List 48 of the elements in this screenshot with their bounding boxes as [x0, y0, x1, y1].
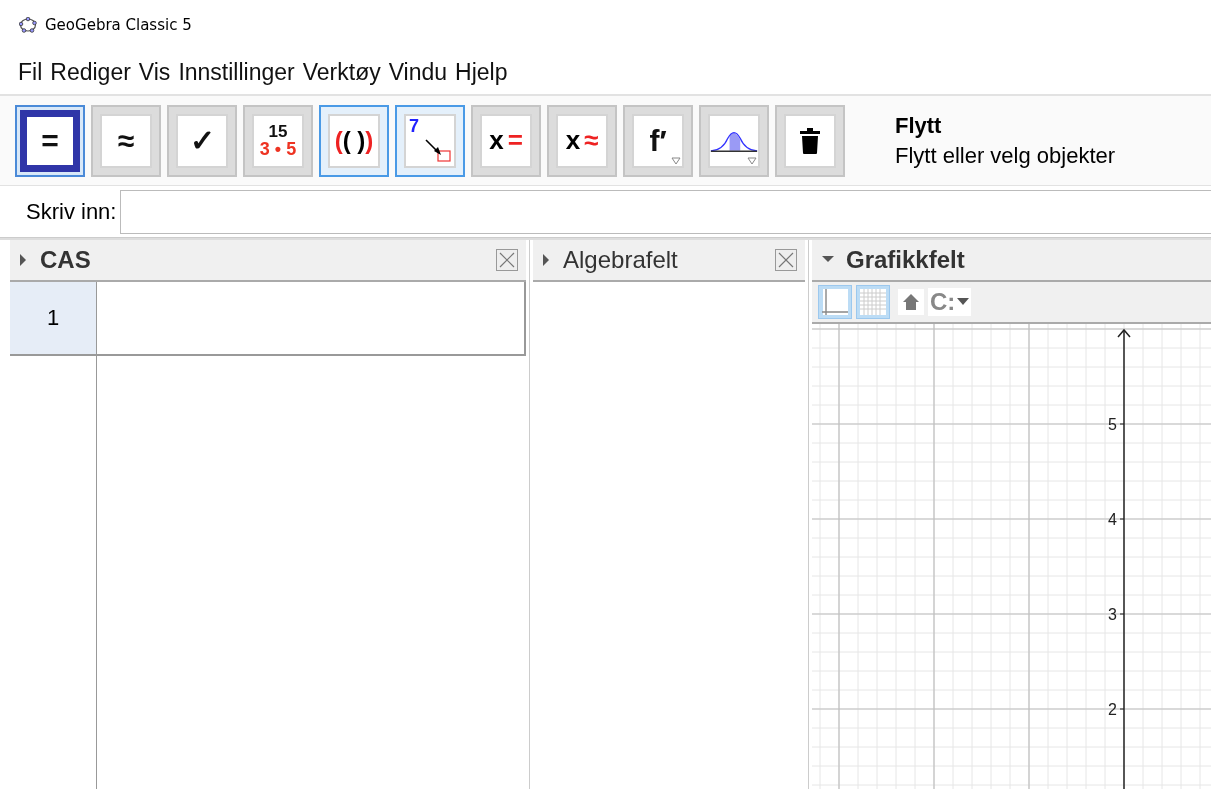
axis-label: 2 — [1108, 701, 1117, 718]
menu-item[interactable]: Rediger — [50, 58, 131, 86]
menu-item[interactable]: Vis — [138, 58, 171, 86]
close-icon[interactable] — [496, 249, 518, 271]
dropdown-triangle-icon — [747, 156, 757, 165]
tick-mark — [1119, 423, 1125, 425]
tool-button[interactable]: 7 — [395, 104, 465, 177]
tool-button[interactable]: 15 3 • 5 — [243, 104, 313, 177]
tool-button[interactable]: ≈ — [91, 104, 161, 177]
axis-label: 3 — [1108, 606, 1117, 623]
row-number: 1 — [10, 282, 97, 354]
tool-name: Flytt — [895, 112, 943, 139]
panel-title: Algebrafelt — [563, 246, 679, 274]
tool-button[interactable]: f′ — [623, 104, 693, 177]
tool-button[interactable]: x≈ — [547, 104, 617, 177]
axis-label: 5 — [1108, 416, 1117, 433]
tick-mark — [1119, 518, 1125, 520]
input-field[interactable] — [120, 189, 1211, 234]
expand-triangle-icon[interactable] — [20, 254, 28, 266]
tick-mark — [1119, 708, 1125, 710]
home-icon[interactable] — [898, 289, 924, 315]
close-icon[interactable] — [775, 249, 797, 271]
tool-help: Flytt eller velg objekter — [895, 142, 1116, 169]
logo-icon — [19, 17, 37, 33]
window-title: GeoGebra Classic 5 — [45, 16, 192, 34]
collapse-triangle-icon[interactable] — [822, 256, 834, 264]
menu-item[interactable]: Vindu — [388, 58, 448, 86]
panel-title: Grafikkfelt — [846, 246, 966, 274]
menu-item[interactable]: Verktøy — [302, 58, 381, 86]
trash-icon — [799, 126, 821, 155]
tool-button[interactable]: x= — [471, 104, 541, 177]
tool-button[interactable] — [775, 104, 845, 177]
dropdown-triangle-icon — [671, 156, 681, 165]
tick-mark — [1119, 613, 1125, 615]
tool-button[interactable]: = — [15, 104, 85, 177]
input-label: Skriv inn: — [26, 198, 117, 225]
caret-icon — [957, 298, 970, 306]
grid-toggle-icon[interactable] — [856, 285, 890, 319]
tool-button[interactable]: (( )) — [319, 104, 389, 177]
axis-label: 4 — [1108, 511, 1117, 528]
menu-item[interactable]: Fil — [18, 58, 43, 86]
menu-item[interactable]: Innstillinger — [178, 58, 295, 86]
point-capture-menu[interactable]: C: — [928, 288, 972, 316]
expand-triangle-icon[interactable] — [543, 254, 551, 266]
panel-title: CAS — [40, 246, 92, 274]
menu-item[interactable]: Hjelp — [455, 58, 508, 86]
axes-toggle-icon[interactable] — [818, 285, 852, 319]
tool-button[interactable]: ✓ — [167, 104, 237, 177]
